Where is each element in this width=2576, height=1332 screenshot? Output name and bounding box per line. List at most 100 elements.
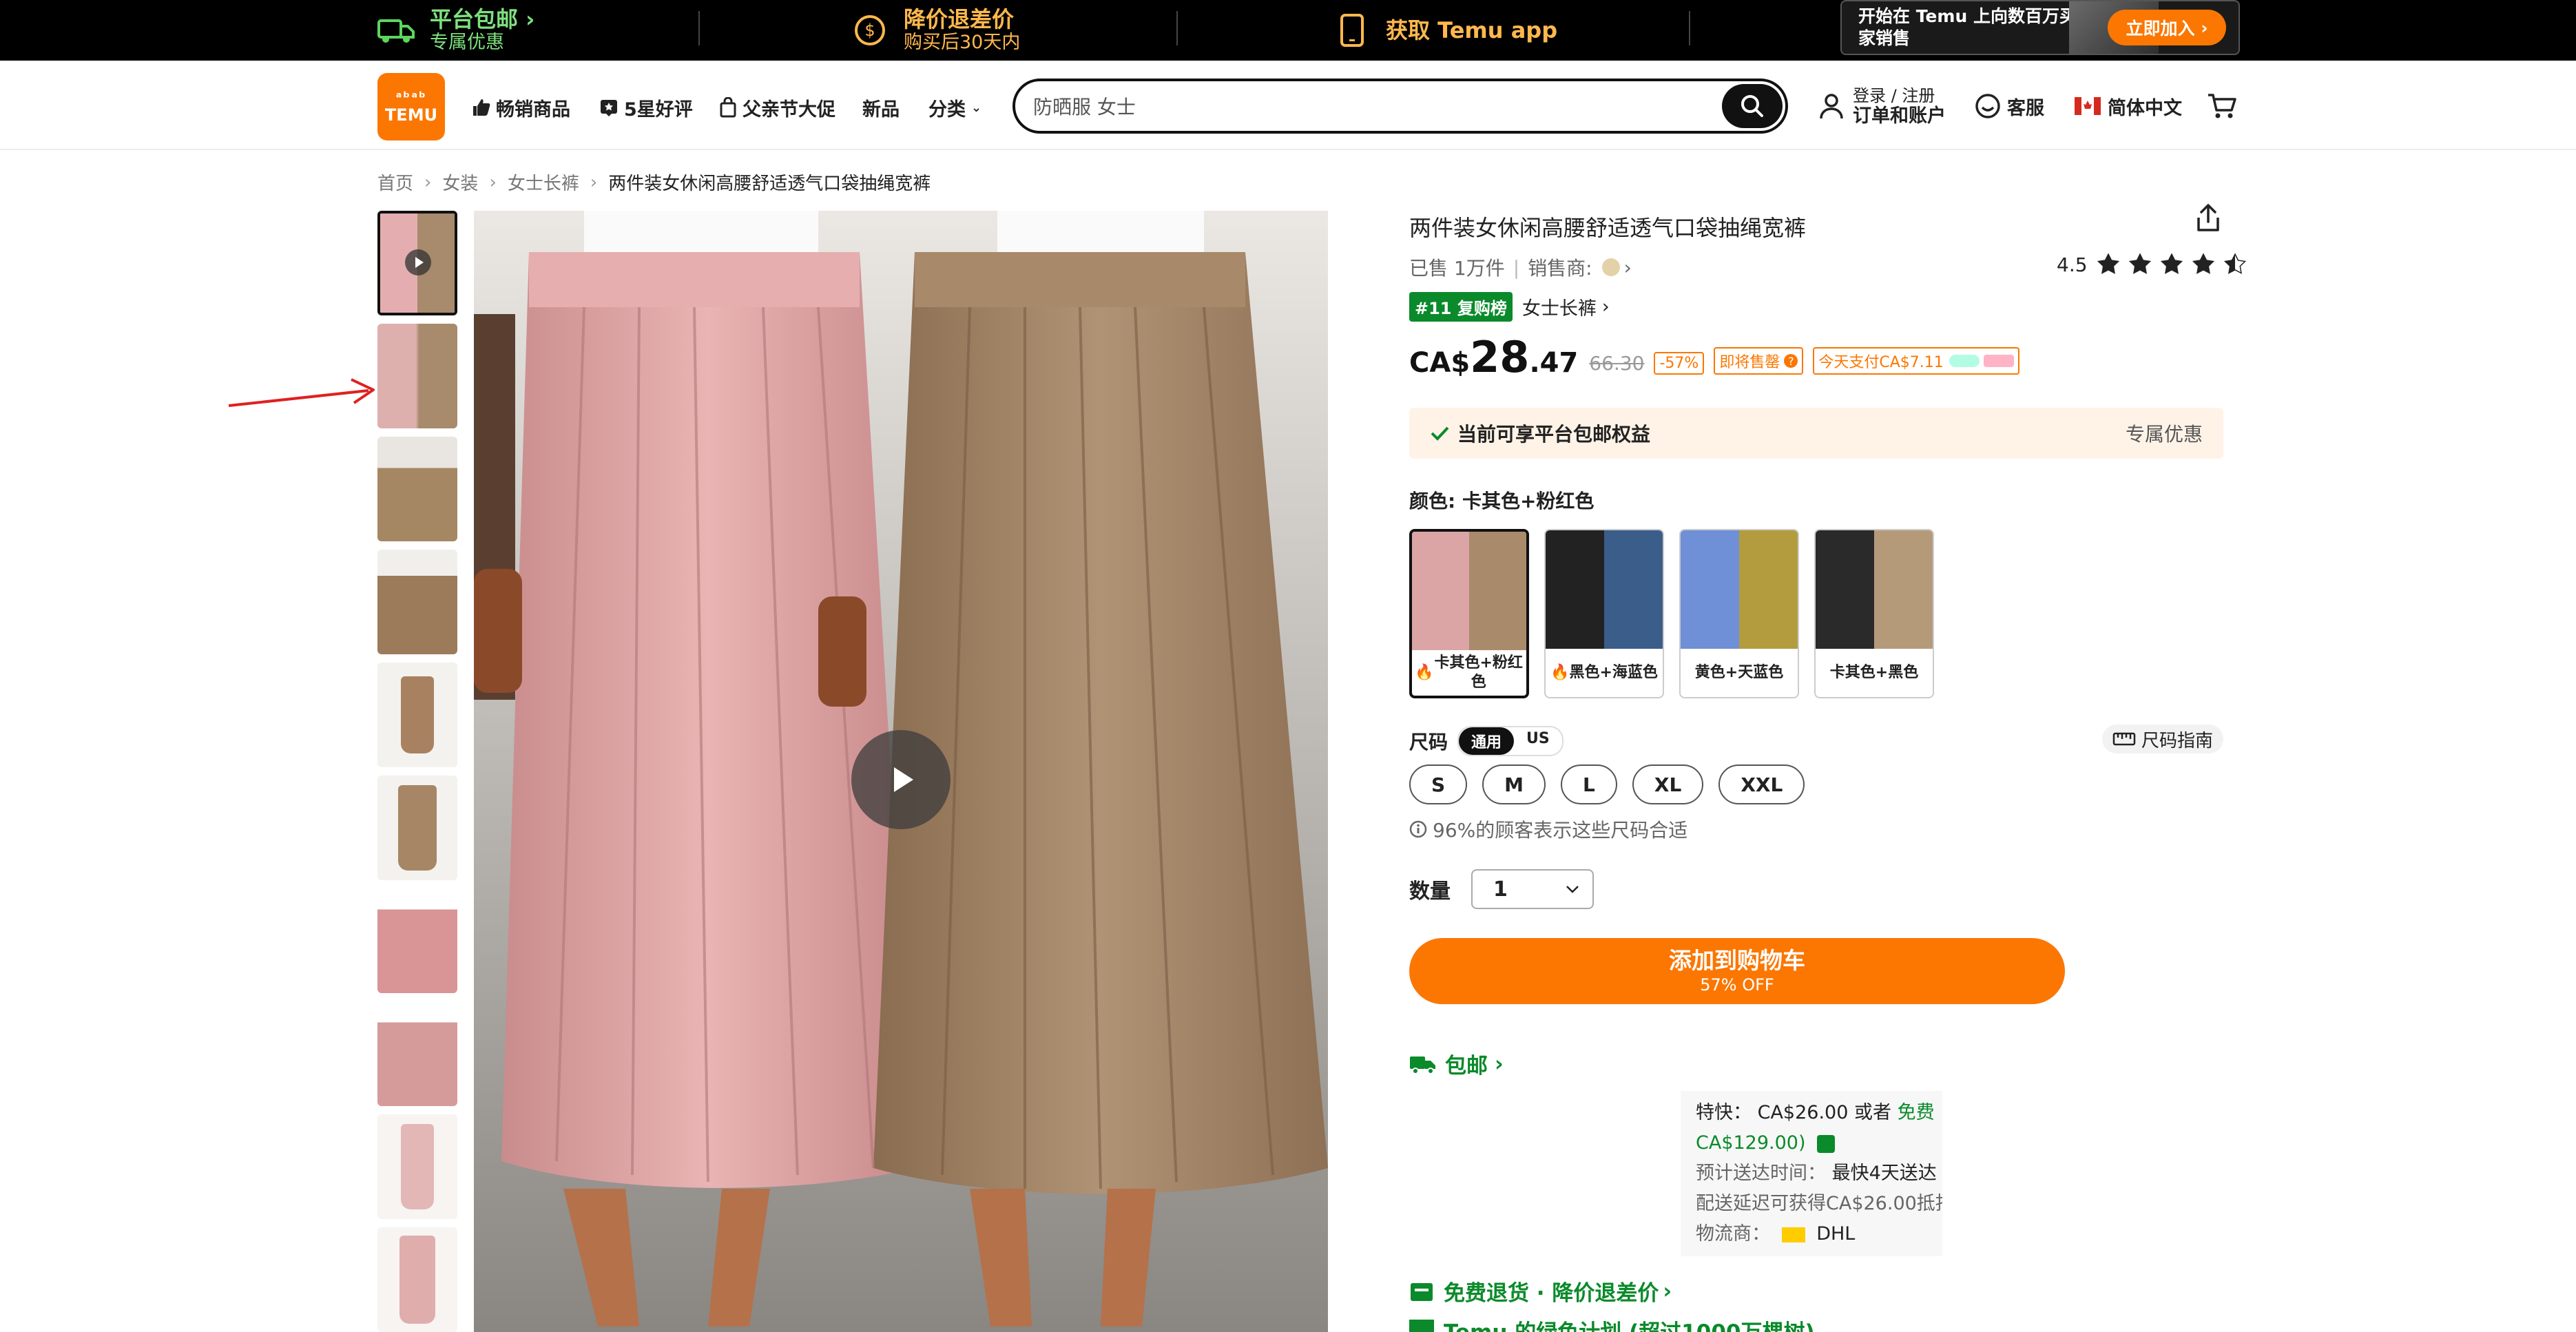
quantity-label: 数量 [1409, 880, 1451, 904]
size-system-universal[interactable]: 通用 [1459, 727, 1515, 755]
shopping-bag-icon [720, 97, 736, 118]
nav-bestsellers[interactable]: 畅销商品 [471, 94, 570, 121]
size-guide-button[interactable]: 尺码指南 [2102, 725, 2223, 753]
size-guide-label: 尺码指南 [2141, 730, 2213, 751]
fit-note: 96%的顾客表示这些尺码合适 [1409, 815, 1687, 843]
color-option[interactable]: 卡其色+黑色 [1814, 529, 1934, 698]
thumbnail-image[interactable] [377, 776, 457, 880]
add-to-cart-button[interactable]: 添加到购物车 57% OFF [1409, 938, 2065, 1004]
dhl-logo [1781, 1227, 1805, 1242]
nav-label: 畅销商品 [496, 98, 570, 121]
thumbnail-image[interactable] [377, 888, 457, 993]
delay-credit-note: 配送延迟可获得CA$26.00抵扣 [1696, 1193, 1942, 1214]
temu-logo[interactable]: ᵃᵇᵃᵇ TEMU [377, 73, 445, 141]
color-label: 颜色: 卡其色+粉红色 [1409, 490, 1595, 512]
thumbnail-image[interactable] [377, 1001, 457, 1106]
nav-fathers-day[interactable]: 父亲节大促 [719, 94, 835, 121]
join-now-button[interactable]: 立即加入 › [2108, 10, 2226, 45]
size-option-xl[interactable]: XL [1632, 764, 1704, 804]
nav-five-star[interactable]: 5星好评 [599, 94, 693, 121]
promo-get-app[interactable]: 获取 Temu app [1333, 0, 1557, 61]
thumbnail-image[interactable] [377, 437, 457, 541]
color-option[interactable]: 黄色+天蓝色 [1679, 529, 1799, 698]
nav-new[interactable]: 新品 [862, 94, 900, 121]
size-option-xxl[interactable]: XXL [1718, 764, 1805, 804]
nav-categories[interactable]: 分类 ⌄ [928, 94, 981, 121]
exclusive-offer-link[interactable]: 专属优惠 [2126, 419, 2203, 447]
chat-icon [1975, 94, 2000, 118]
promo-free-shipping[interactable]: 平台包邮 › 专属优惠 [377, 0, 534, 61]
free-shipping-link[interactable]: 包邮 › [1409, 1048, 1504, 1079]
account-orders-label: 订单和账户 [1853, 105, 1946, 127]
account-menu[interactable]: 登录 / 注册 订单和账户 [1818, 85, 1946, 127]
account-login-label: 登录 / 注册 [1853, 86, 1935, 105]
size-option-l[interactable]: L [1561, 764, 1617, 804]
size-option-m[interactable]: M [1482, 764, 1546, 804]
color-option[interactable]: 🔥 黑色+海蓝色 [1544, 529, 1664, 698]
nav-label: 父亲节大促 [742, 98, 835, 121]
quantity-value: 1 [1493, 877, 1508, 902]
size-system-us[interactable]: US [1514, 727, 1562, 755]
price-currency: CA$ [1409, 347, 1471, 379]
return-box-icon [1411, 1282, 1433, 1301]
checkmark-icon [1431, 426, 1449, 441]
size-option-s[interactable]: S [1409, 764, 1468, 804]
thumbnail-image[interactable] [377, 550, 457, 654]
fire-icon: 🔥 [1550, 664, 1570, 681]
video-play-button[interactable] [851, 730, 951, 829]
selling-out-badge[interactable]: 即将售罄? [1714, 347, 1804, 375]
returns-link[interactable]: 免费退货 · 降价退差价 › [1409, 1276, 1672, 1307]
pay-later-badge[interactable]: 今天支付CA$7.11 [1813, 347, 2019, 375]
carrier-row: 物流商： DHL [1696, 1219, 1927, 1249]
chevron-down-icon: ⌄ [971, 100, 982, 115]
ranking-row[interactable]: #11 复购榜 女士长裤 › [1409, 292, 1610, 322]
promo-title: 获取 Temu app [1386, 17, 1558, 43]
seller-avatar[interactable] [1601, 258, 1620, 276]
shipping-benefit-banner[interactable]: 当前可享平台包邮权益 专属优惠 [1409, 408, 2223, 459]
discount-badge: -57% [1654, 352, 1705, 375]
chevron-right-icon: › [1663, 1278, 1672, 1304]
support-link[interactable]: 客服 [1974, 85, 2044, 127]
search-input[interactable] [1033, 94, 1694, 118]
quantity-select[interactable]: 1 [1471, 869, 1594, 909]
cart-button[interactable] [2207, 85, 2237, 127]
add-to-cart-label: 添加到购物车 [1669, 947, 1805, 974]
rating[interactable]: 4.5 [2057, 252, 2256, 277]
size-system-toggle[interactable]: 通用 US [1457, 726, 1564, 756]
thumbnail-image[interactable] [377, 663, 457, 767]
search-button[interactable] [1722, 84, 1783, 128]
divider [1176, 11, 1178, 45]
green-program-link[interactable]: Temu 的绿色计划 (超过1000万棵树) [1409, 1320, 1815, 1332]
breadcrumb-home[interactable]: 首页 [377, 169, 413, 195]
carrier-value: DHL [1816, 1223, 1856, 1245]
eta-label: 预计送达时间： [1696, 1163, 1826, 1184]
main-product-image[interactable] [474, 211, 1328, 1332]
returns-label: 免费退货 · 降价退差价 [1444, 1281, 1659, 1306]
add-to-cart-discount: 57% OFF [1700, 975, 1774, 995]
truck-icon [377, 12, 415, 49]
original-price: 66.30 [1589, 352, 1645, 375]
support-label: 客服 [2007, 97, 2044, 119]
eta-row: 预计送达时间： 最快4天送达 [1696, 1158, 1937, 1189]
seller-join-banner[interactable]: 开始在 Temu 上向数百万买家销售 立即加入 › [1840, 0, 2240, 55]
thumbnail-video[interactable] [377, 211, 457, 315]
rank-badge: #11 复购榜 [1409, 292, 1513, 322]
language-selector[interactable]: 简体中文 [2075, 85, 2182, 127]
thumbnail-image[interactable] [377, 1227, 457, 1332]
cart-icon [2208, 94, 2236, 118]
chevron-right-icon: › [1495, 1051, 1504, 1076]
size-header: 尺码 通用 US [1409, 726, 1564, 756]
color-option[interactable]: 🔥 卡其色+粉红色 [1409, 529, 1529, 698]
search-icon [1741, 95, 1763, 117]
breadcrumb-pants[interactable]: 女士长裤 [508, 169, 579, 195]
price-row: CA$ 28 .47 66.30 -57% 即将售罄? 今天支付CA$7.11 [1409, 336, 2019, 379]
color-option-label: 黑色+海蓝色 [1569, 664, 1658, 681]
carrier-label: 物流商： [1696, 1223, 1770, 1245]
thumbnail-image[interactable] [377, 324, 457, 428]
express-shipping-row: 特快： CA$26.00 或者 免费 [1696, 1098, 1935, 1128]
promo-price-adjust[interactable]: $ 降价退差价 购买后30天内 [851, 0, 1020, 61]
share-button[interactable] [2194, 202, 2222, 236]
truck-icon [1410, 1056, 1435, 1074]
breadcrumb-women[interactable]: 女装 [442, 169, 478, 195]
thumbnail-image[interactable] [377, 1114, 457, 1219]
